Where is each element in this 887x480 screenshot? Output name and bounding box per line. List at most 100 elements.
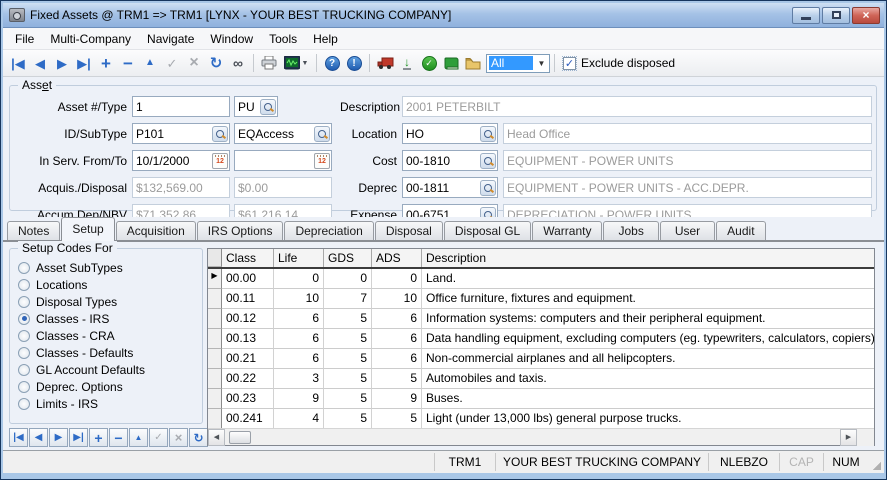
tab-warranty[interactable]: Warranty [532,221,602,241]
menu-window[interactable]: Window [202,29,261,49]
about-button[interactable]: ! [343,52,365,74]
minimize-button[interactable] [792,7,820,24]
tab-disposal-gl[interactable]: Disposal GL [444,221,531,241]
next-record-button[interactable]: ▶ [51,52,73,74]
tab-acquisition[interactable]: Acquisition [116,221,196,241]
codes-first-button[interactable]: |◀ [9,428,28,447]
row-selector[interactable] [208,409,222,428]
edit-record-button[interactable]: ▲ [139,52,161,74]
location-lookup-icon[interactable] [480,126,496,142]
row-selector[interactable] [208,309,222,329]
codes-previous-button[interactable]: ◀ [29,428,48,447]
first-record-button[interactable]: |◀ [7,52,29,74]
close-button[interactable]: × [852,7,880,24]
tab-depreciation[interactable]: Depreciation [284,221,373,241]
add-record-button[interactable]: + [95,52,117,74]
asset-type-input[interactable] [235,98,260,115]
asset-type-lookup-icon[interactable] [260,99,276,115]
tab-irs-options[interactable]: IRS Options [197,221,284,241]
row-selector[interactable] [208,289,222,309]
subtype-lookup-icon[interactable] [314,126,330,142]
post-button[interactable]: ✓ [418,52,440,74]
col-header-gds[interactable]: GDS [324,249,372,267]
print-button[interactable] [258,52,280,74]
cancel-button[interactable]: × [183,52,205,74]
menu-file[interactable]: File [7,29,42,49]
row-selector[interactable] [208,349,222,369]
save-button[interactable]: ✓ [161,52,183,74]
tab-jobs[interactable]: Jobs [603,221,658,241]
asset-number-input[interactable] [133,98,229,115]
table-row[interactable]: 00.23 9 5 9 Buses. [208,389,874,409]
radio-limits-irs[interactable]: Limits - IRS [18,395,198,412]
ledger-button[interactable] [440,52,462,74]
tab-disposal[interactable]: Disposal [375,221,443,241]
table-row[interactable]: 00.13 6 5 6 Data handling equipment, exc… [208,329,874,349]
calendar-icon[interactable]: 12 [212,153,228,169]
radio-disposal-types[interactable]: Disposal Types [18,293,198,310]
radio-deprec-options[interactable]: Deprec. Options [18,378,198,395]
radio-classes-irs[interactable]: Classes - IRS [18,310,198,327]
assets-truck-button[interactable] [374,52,396,74]
filter-dropdown[interactable]: All ▼ [486,54,550,73]
scroll-left-button[interactable]: ◀ [208,429,225,446]
scroll-right-button[interactable]: ▶ [840,429,857,446]
col-header-life[interactable]: Life [274,249,324,267]
location-input[interactable] [403,125,480,142]
maximize-button[interactable] [822,7,850,24]
deprec-account-input[interactable] [403,179,480,196]
table-row[interactable]: 00.12 6 5 6 Information systems: compute… [208,309,874,329]
codes-add-button[interactable]: + [89,428,108,447]
deprec-lookup-icon[interactable] [480,180,496,196]
row-selector[interactable] [208,389,222,409]
row-selector[interactable] [208,329,222,349]
cost-account-input[interactable] [403,152,480,169]
table-row[interactable]: 00.22 3 5 5 Automobiles and taxis. [208,369,874,389]
row-selector[interactable] [208,369,222,389]
codes-refresh-button[interactable]: ↻ [189,428,208,447]
menu-tools[interactable]: Tools [261,29,305,49]
tab-audit[interactable]: Audit [716,221,765,241]
subtype-input[interactable] [235,125,314,142]
codes-next-button[interactable]: ▶ [49,428,68,447]
horizontal-scroll-thumb[interactable] [229,431,251,444]
asset-id-input[interactable] [133,125,212,142]
codes-delete-button[interactable]: − [109,428,128,447]
tab-notes[interactable]: Notes [7,221,60,241]
col-header-description[interactable]: Description [422,249,874,267]
grid-horizontal-scrollbar[interactable]: ◀ ▶ [208,428,874,445]
refresh-button[interactable]: ↻ [205,52,227,74]
codes-cancel-button[interactable]: × [169,428,188,447]
menu-multi-company[interactable]: Multi-Company [42,29,139,49]
codes-save-button[interactable]: ✓ [149,428,168,447]
radio-classes-cra[interactable]: Classes - CRA [18,327,198,344]
tab-user[interactable]: User [660,221,715,241]
col-header-class[interactable]: Class [222,249,274,267]
previous-record-button[interactable]: ◀ [29,52,51,74]
in-service-from-input[interactable] [133,152,212,169]
browse-folder-button[interactable] [462,52,484,74]
radio-asset-subtypes[interactable]: Asset SubTypes [18,259,198,276]
codes-edit-button[interactable]: ▲ [129,428,148,447]
asset-id-lookup-icon[interactable] [212,126,228,142]
cost-lookup-icon[interactable] [480,153,496,169]
table-row[interactable]: 00.241 4 5 5 Light (under 13,000 lbs) ge… [208,409,874,428]
delete-record-button[interactable]: − [117,52,139,74]
help-button[interactable]: ? [321,52,343,74]
col-header-ads[interactable]: ADS [372,249,422,267]
radio-gl-account-defaults[interactable]: GL Account Defaults [18,361,198,378]
codes-last-button[interactable]: ▶| [69,428,88,447]
menu-navigate[interactable]: Navigate [139,29,202,49]
radio-locations[interactable]: Locations [18,276,198,293]
table-row[interactable]: 00.21 6 5 6 Non-commercial airplanes and… [208,349,874,369]
exclude-disposed-checkbox[interactable]: ✓ [563,57,576,70]
calendar-icon[interactable]: 12 [314,153,330,169]
import-button[interactable]: ↓ [396,52,418,74]
resize-grip[interactable] [868,451,884,473]
preview-screen-button[interactable]: ▼ [280,52,312,74]
title-bar[interactable]: Fixed Assets @ TRM1 => TRM1 [LYNX - YOUR… [3,3,884,28]
in-service-to-input[interactable] [235,152,314,169]
table-row[interactable]: 00.11 10 7 10 Office furniture, fixtures… [208,289,874,309]
table-row[interactable]: ▶ 00.00 0 0 0 Land. [208,269,874,289]
menu-help[interactable]: Help [305,29,346,49]
